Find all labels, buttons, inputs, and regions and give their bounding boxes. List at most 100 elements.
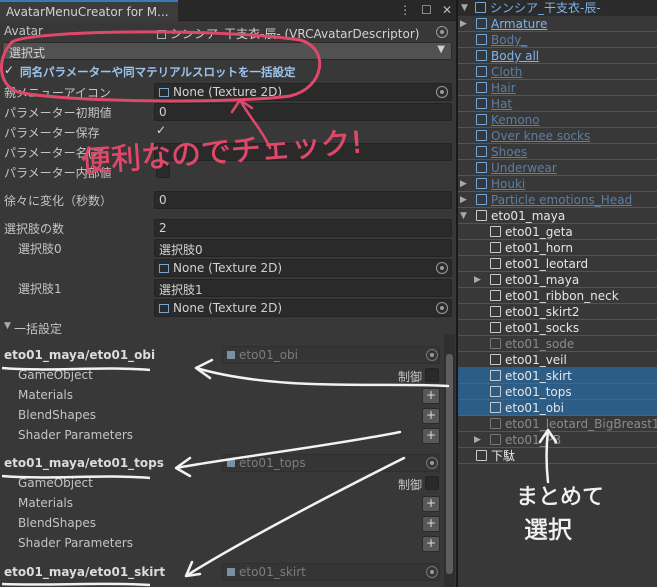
inspector-scrollbar[interactable] [444, 334, 455, 587]
choice-count-field[interactable]: 2 [154, 219, 452, 237]
section-title: eto01_maya/eto01_tops [4, 456, 164, 470]
bulk-toggle-row: ✓ 同名パラメーターや同マテリアルスロットを一括設定 [0, 62, 456, 82]
hierarchy-row[interactable]: eto01_geta [458, 224, 657, 240]
control-label: 制御 [398, 370, 423, 384]
hierarchy-row[interactable]: eto01_skirt2 [458, 304, 657, 320]
hierarchy-row[interactable]: Kemono [458, 112, 657, 128]
hierarchy-row[interactable]: Hat [458, 96, 657, 112]
add-blendshapes-button[interactable]: + [422, 516, 440, 532]
add-shader-params-button[interactable]: + [422, 536, 440, 552]
gameobject-icon [490, 402, 501, 413]
section-object-field[interactable]: eto01_skirt [222, 563, 440, 581]
choice-0-icon-value: None (Texture 2D) [173, 261, 283, 275]
item-blendshapes[interactable]: BlendShapes [18, 516, 96, 530]
choice-1-name-field[interactable]: 選択肢1 [154, 279, 452, 297]
scrollbar-thumb[interactable] [446, 354, 453, 574]
section-object-field[interactable]: eto01_tops [222, 454, 440, 472]
item-gameobject[interactable]: GameObject [18, 476, 93, 490]
item-shader-params[interactable]: Shader Parameters [18, 536, 133, 550]
item-gameobject[interactable]: GameObject [18, 368, 93, 382]
inspector-tab-bar: AvatarMenuCreator for M... ⋮ ☐ ✕ [0, 0, 456, 21]
expand-arrow-icon[interactable]: ▶ [460, 16, 470, 32]
expand-arrow-icon[interactable]: ▶ [474, 432, 484, 448]
hierarchy-row-label: eto01_obi [505, 401, 564, 415]
avatar-picker-icon[interactable] [436, 26, 448, 38]
more-menu-icon[interactable]: ⋮ [399, 3, 411, 17]
collapse-arrow-icon[interactable]: ▼ [460, 208, 470, 224]
hierarchy-row[interactable]: eto01_socks [458, 320, 657, 336]
hierarchy-row[interactable]: eto01_sode [458, 336, 657, 352]
hierarchy-row[interactable]: Body_ [458, 32, 657, 48]
hierarchy-row[interactable]: 下駄 [458, 448, 657, 464]
hierarchy-row-label: Cloth [491, 65, 523, 79]
parent-icon-field[interactable]: None (Texture 2D) [154, 83, 452, 101]
expand-arrow-icon[interactable]: ▼ [461, 0, 471, 16]
hierarchy-row[interactable]: Shoes [458, 144, 657, 160]
hierarchy-row-label: eto01_skirt [505, 369, 572, 383]
control-checkbox[interactable] [425, 368, 439, 382]
add-shader-params-button[interactable]: + [422, 428, 440, 444]
hierarchy-row-label: eto01_horn [505, 241, 573, 255]
hierarchy-row[interactable]: ▶ Armature [458, 16, 657, 32]
hierarchy-row[interactable]: ▶ eto01_maya [458, 272, 657, 288]
expand-arrow-icon[interactable]: ▶ [474, 272, 484, 288]
maximize-icon[interactable]: ☐ [421, 3, 432, 17]
hierarchy-row[interactable]: eto01_tops [458, 384, 657, 400]
gameobject-icon [476, 450, 487, 461]
param-default-field[interactable]: 0 [154, 103, 452, 121]
item-shader-params[interactable]: Shader Parameters [18, 428, 133, 442]
tab-avatar-menu-creator[interactable]: AvatarMenuCreator for M... [0, 0, 178, 21]
fade-field[interactable]: 0 [154, 191, 452, 209]
hierarchy-root-row[interactable]: ▼ シンシア_干支衣-辰- [458, 0, 657, 16]
hierarchy-row[interactable]: Hair [458, 80, 657, 96]
hierarchy-row[interactable]: Cloth [458, 64, 657, 80]
choice-0-icon-field[interactable]: None (Texture 2D) [154, 259, 452, 277]
choice-0-icon-picker-icon[interactable] [436, 262, 448, 274]
add-materials-button[interactable]: + [422, 388, 440, 404]
gameobject-icon [490, 242, 501, 253]
hierarchy-row[interactable]: eto01_veil [458, 352, 657, 368]
section-picker-icon[interactable] [426, 566, 438, 578]
expand-arrow-icon[interactable]: ▶ [460, 192, 470, 208]
choice-1-icon-field[interactable]: None (Texture 2D) [154, 299, 452, 317]
hierarchy-row[interactable]: eto01_leotard [458, 256, 657, 272]
param-internal-checkbox[interactable] [156, 164, 170, 178]
hierarchy-row[interactable]: eto01_obi [458, 400, 657, 416]
gameobject-icon [227, 351, 235, 359]
hierarchy-row[interactable]: ▶ Particle emotions_Head [458, 192, 657, 208]
hierarchy-row-label: eto01_socks [505, 321, 580, 335]
choice-1-icon-picker-icon[interactable] [436, 302, 448, 314]
item-blendshapes[interactable]: BlendShapes [18, 408, 96, 422]
section-object-field[interactable]: eto01_obi [222, 346, 440, 364]
choice-1-icon-value: None (Texture 2D) [173, 301, 283, 315]
choice-1-label: 選択肢1 [18, 282, 62, 296]
hierarchy-row-label: Kemono [491, 113, 540, 127]
bulk-settings-foldout[interactable]: ▼ 一括設定 [0, 318, 456, 338]
hierarchy-row[interactable]: eto01_horn [458, 240, 657, 256]
hierarchy-row[interactable]: ▶ Houki [458, 176, 657, 192]
add-blendshapes-button[interactable]: + [422, 408, 440, 424]
hierarchy-row[interactable]: ▶ eto01_PB [458, 432, 657, 448]
add-materials-button[interactable]: + [422, 496, 440, 512]
control-checkbox[interactable] [425, 476, 439, 490]
hierarchy-row[interactable]: Underwear [458, 160, 657, 176]
hierarchy-row[interactable]: eto01_ribbon_neck [458, 288, 657, 304]
hierarchy-row[interactable]: eto01_skirt [458, 368, 657, 384]
parent-icon-picker-icon[interactable] [436, 86, 448, 98]
bulk-toggle-checkbox[interactable]: ✓ [4, 63, 14, 77]
close-icon[interactable]: ✕ [442, 3, 452, 17]
mode-dropdown[interactable]: 選択式 ▼ [2, 42, 452, 60]
item-materials[interactable]: Materials [18, 388, 73, 402]
hierarchy-row[interactable]: Body all [458, 48, 657, 64]
item-materials[interactable]: Materials [18, 496, 73, 510]
avatar-object-field[interactable]: シンシア_干支衣-辰- (VRCAvatarDescriptor) [154, 23, 452, 41]
section-picker-icon[interactable] [426, 349, 438, 361]
choice-0-name-field[interactable]: 選択肢0 [154, 239, 452, 257]
expand-arrow-icon[interactable]: ▶ [460, 176, 470, 192]
param-name-field[interactable] [154, 143, 452, 161]
param-save-checkbox[interactable]: ✓ [156, 123, 166, 137]
hierarchy-row[interactable]: Over knee socks [458, 128, 657, 144]
hierarchy-row[interactable]: eto01_leotard_BigBreast1 [458, 416, 657, 432]
section-picker-icon[interactable] [426, 457, 438, 469]
hierarchy-row[interactable]: ▼ eto01_maya [458, 208, 657, 224]
